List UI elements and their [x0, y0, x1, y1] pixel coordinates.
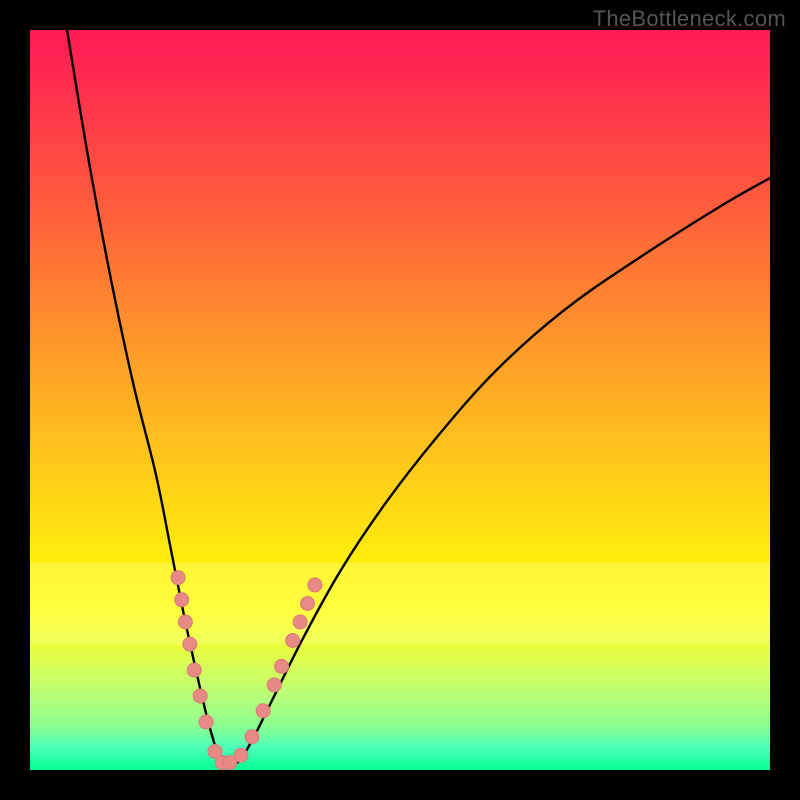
data-marker [175, 593, 189, 607]
plot-area [30, 30, 770, 770]
data-marker [275, 659, 289, 673]
data-markers [171, 571, 322, 770]
watermark-text: TheBottleneck.com [593, 6, 786, 32]
bottleneck-curve [67, 30, 770, 766]
data-marker [245, 730, 259, 744]
data-marker [187, 663, 201, 677]
data-marker [256, 704, 270, 718]
data-marker [193, 689, 207, 703]
data-marker [267, 678, 281, 692]
curve-svg [30, 30, 770, 770]
chart-frame: TheBottleneck.com [0, 0, 800, 800]
data-marker [308, 578, 322, 592]
data-marker [301, 597, 315, 611]
data-marker [199, 715, 213, 729]
data-marker [183, 637, 197, 651]
data-marker [234, 748, 248, 762]
data-marker [178, 615, 192, 629]
data-marker [293, 615, 307, 629]
data-marker [171, 571, 185, 585]
data-marker [286, 634, 300, 648]
